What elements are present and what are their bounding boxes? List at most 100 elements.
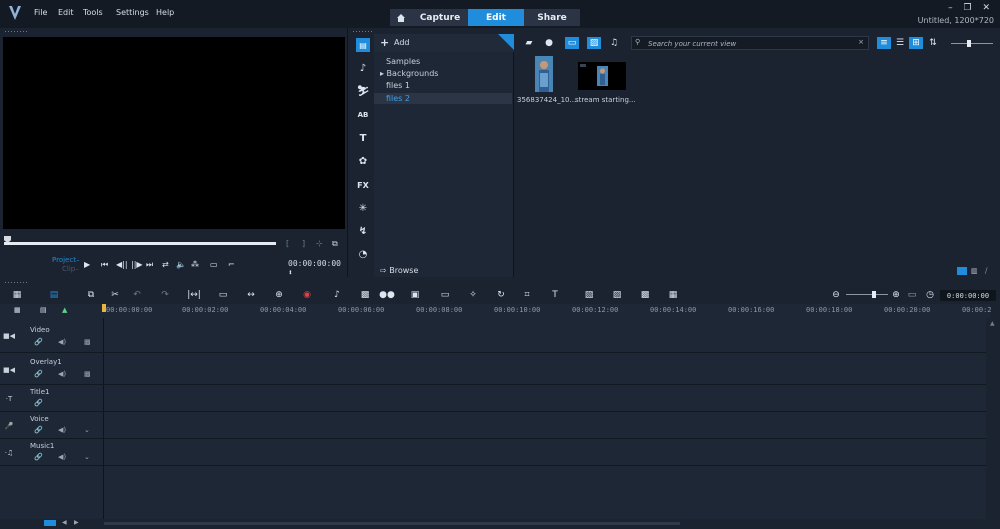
record-icon[interactable]: ● [543, 37, 555, 49]
menu-edit[interactable]: Edit [58, 8, 74, 17]
link-icon[interactable]: 🔗 [34, 426, 43, 434]
folder-backgrounds[interactable]: ▸ Backgrounds [380, 69, 438, 78]
track-header-overlay1[interactable]: ■◀ Overlay1 🔗 ◀) ▩ [0, 353, 104, 385]
horizontal-scroll-thumb[interactable] [104, 522, 680, 525]
track-manager-icon[interactable]: ▦ [14, 306, 21, 314]
track-header-video[interactable]: ■◀ Video 🔗 ◀) ▩ [0, 318, 104, 353]
library-details-icon[interactable]: ▥ [971, 267, 978, 275]
path-icon[interactable]: ✳ [356, 201, 370, 215]
track-overlay1[interactable] [104, 353, 986, 385]
mark-out-icon[interactable]: ] [302, 239, 305, 248]
scrub-bar[interactable] [4, 242, 276, 245]
record-capture-icon[interactable]: ◉ [300, 286, 314, 304]
storyboard-view-icon[interactable]: ▦ [10, 286, 24, 304]
show-videos-icon[interactable]: ▭ [565, 37, 579, 49]
text-tool-icon[interactable]: T [548, 286, 562, 304]
chapter-point-icon[interactable]: ▤ [40, 306, 47, 314]
list-view-icon[interactable]: ≡ [877, 37, 891, 49]
prev-frame-button[interactable]: ◀|| [116, 260, 128, 269]
pin-icon[interactable] [498, 34, 514, 50]
add-folder-row[interactable]: + Add [374, 34, 514, 52]
repeat-icon[interactable]: ⇄ [162, 260, 169, 269]
timeline-ruler[interactable]: 00:00:00:00 00:00:02:00 00:00:04:00 00:0… [102, 304, 992, 318]
thumbnail-view-icon[interactable]: ⊞ [909, 37, 923, 49]
zoom-in-icon[interactable]: ⊕ [890, 286, 902, 304]
mute-icon[interactable]: ◀) [58, 338, 66, 346]
track-header-music1[interactable]: ·♫ Music1 🔗 ◀) ⌄ [0, 439, 104, 466]
stop-motion-icon[interactable]: ▩ [638, 286, 652, 304]
link-icon[interactable]: 🔗 [34, 399, 43, 407]
zoom-handle[interactable] [872, 291, 876, 298]
change-project-size-icon[interactable]: ⌐ [228, 260, 235, 269]
details-view-icon[interactable]: ☰ [893, 37, 907, 49]
scroll-right-icon[interactable]: ▶ [74, 519, 79, 526]
fx-icon[interactable]: FX [356, 178, 370, 192]
split-screen-icon[interactable]: ↔ [244, 286, 258, 304]
track-motion-icon[interactable]: ◔ [356, 247, 370, 261]
magic-motion-icon[interactable]: ✧ [466, 286, 480, 304]
thumbnail-size-slider[interactable] [951, 43, 993, 44]
text-icon[interactable]: T [356, 131, 370, 145]
mute-icon[interactable]: ◀) [58, 426, 66, 434]
media-thumbnail[interactable] [578, 62, 626, 90]
tab-edit[interactable]: Edit [468, 9, 524, 26]
window-controls[interactable]: – ❐ ✕ [948, 3, 994, 13]
library-options-icon[interactable] [957, 267, 967, 275]
copy-icon[interactable]: ⧉ [84, 286, 98, 304]
redo-icon[interactable]: ↷ [158, 286, 172, 304]
go-start-button[interactable]: ⏮ [101, 260, 108, 270]
search-input[interactable] [648, 39, 848, 49]
scroll-indicator-icon[interactable] [44, 520, 56, 526]
menu-file[interactable]: File [34, 8, 47, 17]
timeline-timecode[interactable]: 0:00:00:00 [940, 290, 996, 301]
ripple-icon[interactable]: ▩ [84, 338, 91, 346]
multi-camera-icon[interactable]: ▭ [216, 286, 230, 304]
browse-button[interactable]: ⇨ Browse [380, 266, 418, 275]
menu-help[interactable]: Help [156, 8, 174, 17]
show-photos-icon[interactable]: ▨ [587, 37, 601, 49]
thumbnail-size-handle[interactable] [967, 40, 971, 47]
home-tab[interactable] [390, 9, 412, 26]
mute-icon[interactable]: ◀) [58, 453, 66, 461]
instant-project-icon[interactable]: ♪ [356, 61, 370, 75]
link-icon[interactable]: 🔗 [34, 338, 43, 346]
painting-icon[interactable]: ▨ [610, 286, 624, 304]
chevron-down-icon[interactable]: ⌄ [84, 426, 90, 434]
volume-icon[interactable]: 🔈 [176, 260, 186, 269]
graphics-icon[interactable]: ✿ [356, 154, 370, 168]
video-effects-icon[interactable]: ▦ [666, 286, 680, 304]
audio-mixer-icon[interactable]: ♪ [330, 286, 344, 304]
project-mode-label[interactable]: Project– [52, 256, 79, 264]
clip-mode-label[interactable]: Clip– [62, 265, 79, 273]
split-clip-icon[interactable]: ⊹ [316, 239, 323, 248]
enlarge-preview-icon[interactable]: ⧉ [332, 239, 338, 249]
track-header-title1[interactable]: ·T Title1 🔗 [0, 385, 104, 412]
library-edit-icon[interactable]: ⧸ [985, 267, 987, 276]
track-music1[interactable] [104, 439, 986, 466]
clear-search-icon[interactable]: × [858, 38, 864, 46]
mask-icon[interactable]: ▧ [582, 286, 596, 304]
title-library-icon[interactable]: AB [356, 108, 370, 122]
panel-grip-icon[interactable] [4, 30, 28, 33]
menu-settings[interactable]: Settings [116, 8, 149, 17]
track-video[interactable] [104, 318, 986, 353]
hd-preview-icon[interactable]: ⁂ [191, 260, 199, 269]
scroll-left-icon[interactable]: ◀ [62, 519, 67, 526]
timeline-tracks[interactable] [104, 318, 986, 519]
go-end-button[interactable]: ⏭ [146, 260, 153, 270]
subtitle-icon[interactable]: ▩ [358, 286, 372, 304]
link-icon[interactable]: 🔗 [34, 370, 43, 378]
media-library-icon[interactable]: ▤ [356, 38, 370, 52]
undo-icon[interactable]: ↶ [130, 286, 144, 304]
crop-icon[interactable]: ⌗ [520, 286, 534, 304]
split-trim-icon[interactable]: ▭ [438, 286, 452, 304]
import-folder-icon[interactable]: ▰ [523, 37, 535, 49]
rotate-icon[interactable]: ↻ [494, 286, 508, 304]
tab-capture[interactable]: Capture [412, 9, 468, 26]
color-grading-icon[interactable]: ●● [379, 286, 395, 304]
zoom-slider[interactable] [846, 294, 888, 295]
ripple-edit-icon[interactable]: ▲ [62, 306, 67, 314]
search-box[interactable]: ⚲ × [631, 36, 869, 50]
media-thumbnail[interactable] [535, 56, 553, 92]
fit-project-icon[interactable]: |↔| [186, 286, 202, 304]
